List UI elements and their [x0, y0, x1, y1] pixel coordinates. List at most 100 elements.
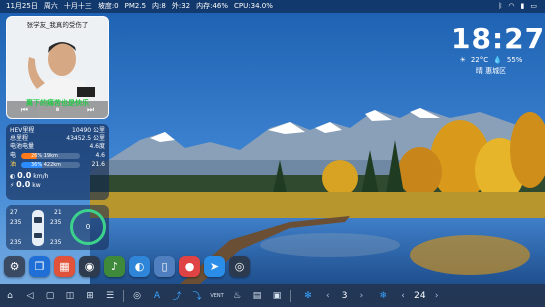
music-app[interactable]: ♪ — [104, 256, 125, 277]
battery-value: 4.6度 — [89, 143, 105, 150]
song-title: 张学友_我真的受伤了 — [26, 21, 89, 29]
energy-row: ⚡ 0.0 kw — [10, 181, 105, 190]
music-widget[interactable]: 张学友_我真的受伤了 离下的痛苦也是快乐 ⏮ ⏸ ⏭ — [6, 16, 109, 119]
tire-rear-right: 235 — [50, 239, 62, 246]
battery-row: 电池电量 4.6度 — [10, 143, 105, 151]
status-memory: 内存:46% — [196, 2, 229, 10]
tire-gauge-value: 0 — [85, 223, 91, 231]
tire-temp-front-left: 27 — [10, 209, 18, 216]
music-controls: ⏮ ⏸ ⏭ — [7, 105, 108, 115]
tire-front-right: 235 — [50, 219, 62, 226]
status-outside: 外:32 — [171, 2, 191, 10]
seat-icon[interactable]: ⤴ — [167, 284, 187, 307]
temperature-control: ❄ ‹ 24 › — [373, 284, 438, 307]
hev-mileage-row: HEV里程 10490 公里 — [10, 127, 105, 135]
steering-icon[interactable]: ◎ — [127, 284, 147, 307]
defrost-icon[interactable]: ♨ — [227, 284, 247, 307]
wifi-icon: ◠ — [508, 2, 515, 10]
home-icon[interactable]: ⌂ — [0, 284, 20, 307]
temp-decrease-button[interactable]: ‹ — [401, 291, 405, 301]
fuel-bar-row: 油 36% 422km 21.6 — [10, 161, 105, 169]
copy-app[interactable]: ❐ — [29, 256, 50, 277]
hev-mileage-label: HEV里程 — [10, 127, 35, 134]
humidity-icon: 💧 — [493, 56, 502, 64]
fan-icon: ✻ — [304, 290, 312, 301]
total-mileage-row: 总里程 43452.5 公里 — [10, 135, 105, 143]
fan-decrease-button[interactable]: ‹ — [326, 291, 330, 301]
electric-bar-row: 电 26% 19km 4.6 — [10, 152, 105, 160]
temp-increase-button[interactable]: › — [435, 291, 439, 301]
snowflake-icon: ❄ — [379, 290, 387, 301]
electric-track: 26% 19km — [21, 153, 80, 159]
status-cpu: CPU:34.0% — [234, 2, 273, 10]
previous-icon[interactable]: ⏮ — [21, 105, 28, 115]
tire-rear-left: 235 — [10, 239, 22, 246]
navigation-app[interactable]: ➤ — [204, 256, 225, 277]
power-icon: ⚡ — [10, 182, 15, 189]
fuel-label: 油 — [10, 161, 17, 168]
vent-text: VENT — [210, 292, 224, 299]
total-mileage-value: 43452.5 公里 — [66, 135, 105, 142]
window-icon[interactable]: ◫ — [60, 284, 80, 307]
temperature-text: 22°C — [470, 56, 489, 64]
hev-mileage-value: 10490 公里 — [72, 127, 105, 134]
car-app[interactable]: ◉ — [79, 256, 100, 277]
pause-icon[interactable]: ⏸ — [56, 105, 60, 115]
electric-label: 电 — [10, 152, 17, 159]
apps-icon[interactable]: ☰ — [100, 284, 120, 307]
weather-location: 晴 惠城区 — [475, 67, 507, 75]
speed-value: 0.0 — [17, 171, 32, 180]
speed-unit: km/h — [33, 173, 49, 180]
fan-level: 3 — [341, 290, 348, 301]
tire-gauge: 0 — [70, 209, 106, 245]
settings-app[interactable]: ⚙ — [4, 256, 25, 277]
fuel-track: 36% 422km — [21, 162, 80, 168]
energy-readout: ⚡ 0.0 kw — [10, 181, 41, 190]
bottom-control-bar: ⌂ ◁ ▢ ◫ ⊞ ☰ ◎ A ⤴ ⤵ VENT ♨ ▤ ▣ ✻ ‹ 3 › ❄… — [0, 284, 545, 307]
camera-app[interactable]: ◎ — [229, 256, 250, 277]
divider — [290, 289, 291, 302]
rear-defrost-icon[interactable]: ▤ — [247, 284, 267, 307]
energy-value: 0.0 — [16, 180, 31, 189]
grid-icon[interactable]: ⊞ — [80, 284, 100, 307]
electric-fill: 26% 19km — [21, 153, 80, 159]
phone-app[interactable]: ▯ — [154, 256, 175, 277]
status-weekday: 周六 — [43, 2, 58, 10]
vent-icon[interactable]: VENT — [207, 284, 227, 307]
status-bar: 11月25日 周六 十月十三 坡度:0 PM2.5 内:8 外:32 内存:46… — [0, 0, 545, 13]
status-slope: 坡度:0 — [97, 2, 119, 10]
bluetooth-icon: ᛒ — [498, 2, 503, 10]
status-pm25: PM2.5 — [124, 2, 147, 10]
back-icon[interactable]: ◁ — [20, 284, 40, 307]
fuel-value: 21.6 — [91, 161, 105, 168]
battery-label: 电池电量 — [10, 143, 35, 150]
tire-temp-front-right: 21 — [54, 209, 62, 216]
battery-icon: ▭ — [530, 2, 537, 10]
status-lunar: 十月十三 — [63, 2, 92, 10]
gallery-app[interactable]: ▦ — [54, 256, 75, 277]
tire-front-left: 235 — [10, 219, 22, 226]
fan-up-icon[interactable]: ⤵ — [187, 284, 207, 307]
maps-app[interactable]: ● — [179, 256, 200, 277]
next-icon[interactable]: ⏭ — [87, 105, 94, 115]
clock-time: 18:27 — [451, 22, 545, 55]
app-dock: ⚙ ❐ ▦ ◉ ♪ ◐ ▯ ● ➤ ◎ — [4, 256, 280, 278]
fan-increase-button[interactable]: › — [360, 291, 364, 301]
tire-pressure-card[interactable]: 27 21 235 235 235 235 0 — [6, 205, 109, 250]
car-top-icon — [32, 210, 44, 246]
sun-icon: ☀ — [459, 56, 466, 64]
heat-icon[interactable]: ▣ — [267, 284, 287, 307]
temperature-set: 24 — [414, 290, 426, 301]
vehicle-info-card[interactable]: HEV里程 10490 公里 总里程 43452.5 公里 电池电量 4.6度 … — [6, 124, 109, 200]
total-mileage-label: 总里程 — [10, 135, 29, 142]
speed-icon: ◐ — [10, 173, 16, 180]
divider — [123, 289, 124, 302]
electric-value: 4.6 — [95, 152, 105, 159]
recent-icon[interactable]: ▢ — [40, 284, 60, 307]
clock-widget[interactable]: 18:27 ☀ 22°C 💧 55% 晴 惠城区 — [451, 22, 545, 76]
signal-icon: ▮ — [520, 2, 525, 10]
mode-icon[interactable]: A — [147, 284, 167, 307]
dashboard-app[interactable]: ◐ — [129, 256, 150, 277]
weather-row: ☀ 22°C 💧 55% — [451, 56, 531, 64]
status-inside: 内:8 — [152, 2, 166, 10]
